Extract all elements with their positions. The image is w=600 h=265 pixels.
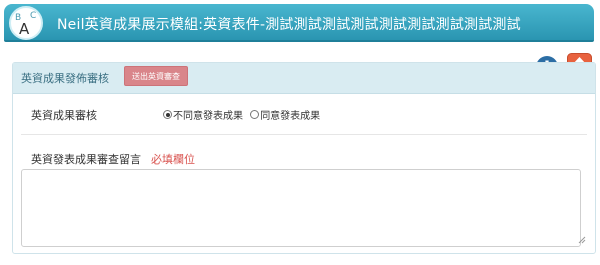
abc-logo: B C A — [9, 6, 43, 40]
title-bar: B C A Neil英資成果展示模組:英資表件-測試測試測試測試測試測試測試測試… — [4, 4, 594, 42]
review-message-textarea[interactable] — [21, 169, 581, 247]
message-label-row: 英資發表成果審查留言 必填欄位 — [31, 151, 195, 167]
submit-review-button[interactable]: 送出英資審查 — [124, 66, 188, 86]
review-label: 英資成果審核 — [31, 109, 97, 122]
radio-button-checked[interactable] — [163, 110, 172, 119]
radio-label-agree: 同意發表成果 — [260, 111, 321, 122]
panel-title: 英資成果發佈審核 — [21, 72, 109, 85]
review-panel: 英資成果發佈審核 送出英資審查 英資成果審核 不同意發表成果 同意發表成果 英資… — [12, 62, 596, 254]
review-radio-group: 不同意發表成果 同意發表成果 — [163, 107, 324, 122]
svg-text:A: A — [19, 20, 30, 38]
radio-option-disagree[interactable]: 不同意發表成果 — [163, 107, 243, 122]
required-indicator: 必填欄位 — [151, 153, 195, 166]
message-label: 英資發表成果審查留言 — [31, 153, 141, 166]
page-title: Neil英資成果展示模組:英資表件-測試測試測試測試測試測試測試測試測試 — [57, 17, 521, 33]
divider — [21, 134, 587, 135]
resize-grip-icon[interactable] — [578, 236, 586, 244]
radio-label-disagree: 不同意發表成果 — [173, 111, 243, 122]
svg-text:C: C — [30, 11, 36, 21]
radio-button[interactable] — [250, 110, 260, 119]
radio-option-agree[interactable]: 同意發表成果 — [250, 107, 320, 122]
panel-header: 英資成果發佈審核 送出英資審查 — [13, 63, 595, 94]
